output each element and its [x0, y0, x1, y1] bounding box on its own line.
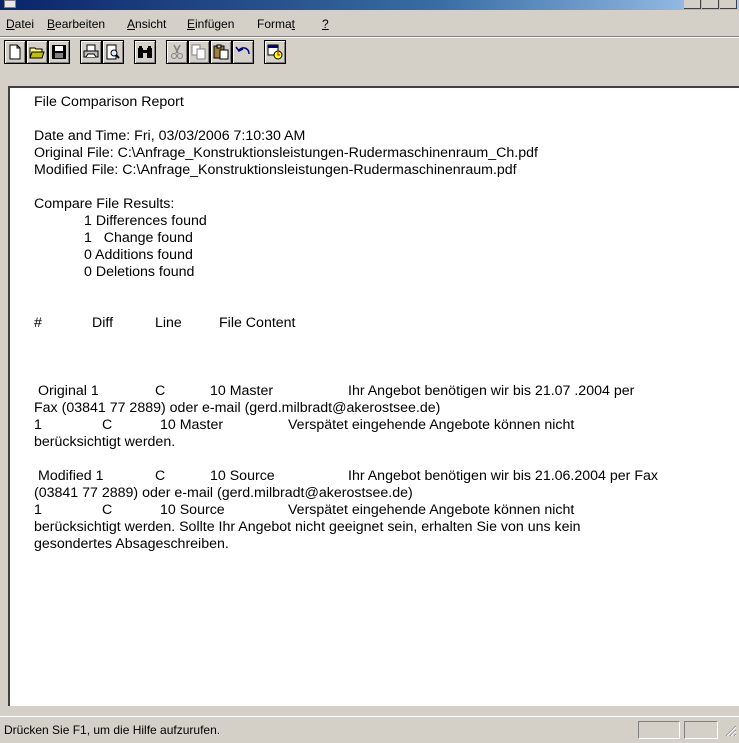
print-icon [83, 44, 99, 58]
modified-diff: C [155, 468, 166, 484]
modified-content-2: (03841 77 2889) oder e-mail (gerd.milbra… [34, 485, 413, 501]
paste-icon [213, 44, 229, 60]
date-time-line: Date and Time: Fri, 03/03/2006 7:10:30 A… [34, 128, 306, 144]
cut-icon [171, 44, 183, 59]
menu-ansicht[interactable]: Ansicht [125, 17, 168, 31]
status-panel-2 [684, 721, 718, 739]
original-file-line: Original File: C:\Anfrage_Konstruktionsl… [34, 145, 538, 161]
toolbar [0, 40, 739, 70]
menu-separator [0, 36, 739, 38]
original-row2-content: Verspätet eingehende Angebote können nic… [288, 417, 575, 433]
date-time-icon [267, 44, 283, 60]
menu-help[interactable]: ? [320, 17, 331, 31]
open-button[interactable] [26, 40, 48, 64]
copy-icon [191, 44, 206, 60]
save-icon [52, 45, 66, 59]
column-file-content: File Content [219, 315, 296, 331]
status-bar: Drücken Sie F1, um die Hilfe aufzurufen. [0, 716, 739, 743]
result-deletions: 0 Deletions found [84, 264, 195, 280]
original-row2-line: 10 Master [160, 417, 224, 433]
modified-line: 10 Source [210, 468, 275, 484]
close-button[interactable] [720, 0, 737, 9]
column-diff: Diff [92, 315, 114, 331]
modified-row2-number: 1 [34, 502, 42, 518]
copy-button[interactable] [188, 40, 210, 64]
result-changes: 1 Change found [84, 230, 193, 246]
modified-row2-diff: C [102, 502, 113, 518]
new-button[interactable] [4, 40, 26, 64]
column-line: Line [155, 315, 182, 331]
original-line: 10 Master [210, 383, 274, 399]
modified-label: Modified 1 [38, 468, 104, 484]
modified-row2-continuation-2: gesondertes Absageschreiben. [34, 536, 229, 552]
maximize-button[interactable] [702, 0, 719, 9]
document-area[interactable]: File Comparison Report Date and Time: Fr… [8, 86, 739, 706]
print-button[interactable] [80, 40, 102, 64]
save-button[interactable] [48, 40, 70, 64]
undo-icon [235, 46, 250, 55]
find-icon [138, 46, 152, 58]
status-panel-1 [638, 721, 680, 739]
original-row2-diff: C [102, 417, 113, 433]
menu-bar: Datei Bearbeiten Ansicht Einfügen Format… [0, 14, 739, 34]
menu-format[interactable]: Format [255, 17, 297, 31]
cut-button[interactable] [166, 40, 188, 64]
modified-file-line: Modified File: C:\Anfrage_Konstruktionsl… [34, 162, 517, 178]
undo-button[interactable] [232, 40, 254, 64]
status-text: Drücken Sie F1, um die Hilfe aufzurufen. [4, 723, 221, 737]
column-number: # [34, 315, 42, 331]
menu-datei[interactable]: Datei [4, 17, 36, 31]
print-preview-button[interactable] [102, 40, 124, 64]
original-row2-number: 1 [34, 417, 42, 433]
modified-row2-line: 10 Source [160, 502, 225, 518]
original-diff: C [155, 383, 166, 399]
new-document-icon [9, 44, 21, 60]
original-row2-continuation: berücksichtigt werden. [34, 434, 176, 450]
print-preview-icon [106, 44, 120, 60]
title-bar[interactable] [0, 0, 739, 10]
result-differences: 1 Differences found [84, 213, 207, 229]
original-label: Original 1 [38, 383, 99, 399]
modified-row2-content: Verspätet eingehende Angebote können nic… [288, 502, 575, 518]
results-heading: Compare File Results: [34, 196, 175, 212]
report-title: File Comparison Report [34, 94, 184, 110]
find-button[interactable] [134, 40, 156, 64]
original-content-2: Fax (03841 77 2889) oder e-mail (gerd.mi… [34, 400, 441, 416]
resize-grip-icon[interactable] [725, 725, 737, 737]
open-folder-icon [29, 47, 45, 59]
app-icon[interactable] [4, 0, 16, 8]
modified-content-1: Ihr Angebot benötigen wir bis 21.06.2004… [348, 468, 658, 484]
original-content-1: Ihr Angebot benötigen wir bis 21.07 .200… [348, 383, 635, 399]
minimize-button[interactable] [684, 0, 701, 9]
paste-button[interactable] [210, 40, 232, 64]
modified-row2-continuation-1: berücksichtigt werden. Sollte Ihr Angebo… [34, 519, 581, 535]
result-additions: 0 Additions found [84, 247, 193, 263]
insert-date-time-button[interactable] [264, 40, 286, 64]
menu-einfuegen[interactable]: Einfügen [185, 17, 236, 31]
menu-bearbeiten[interactable]: Bearbeiten [45, 17, 107, 31]
